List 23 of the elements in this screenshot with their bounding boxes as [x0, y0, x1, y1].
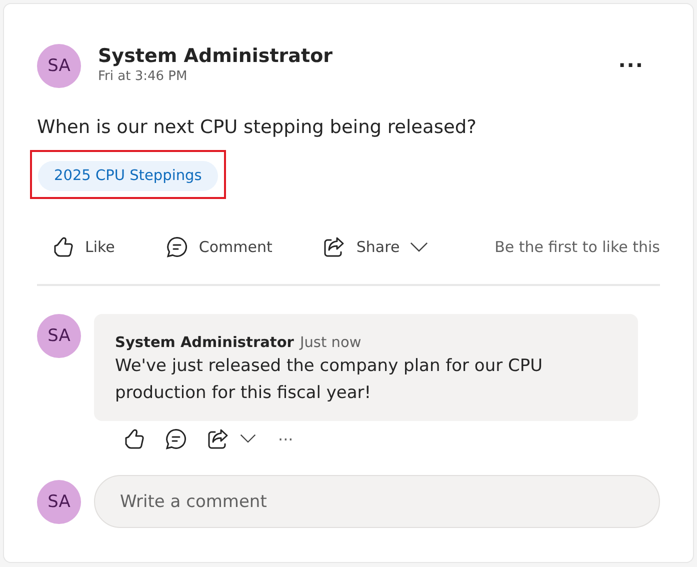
avatar: SA [37, 314, 81, 358]
share-icon [206, 427, 230, 451]
post-text: When is our next CPU stepping being released? [37, 116, 478, 140]
chevron-down-icon[interactable] [410, 242, 428, 252]
like-button[interactable]: Like [37, 235, 129, 259]
like-summary: Be the first to like this [494, 238, 660, 256]
chevron-down-icon[interactable] [240, 434, 256, 444]
comment-icon [164, 427, 188, 451]
topic-tag[interactable]: 2025 CPU Steppings [38, 161, 218, 191]
avatar: SA [37, 44, 81, 88]
comment-button[interactable]: Comment [150, 235, 286, 259]
comment-text: We've just released the company plan for our CPU production for this fiscal year! [115, 355, 544, 405]
avatar: SA [37, 480, 81, 524]
share-icon [322, 235, 346, 259]
share-button[interactable]: Share [308, 235, 442, 259]
post-time: Fri at 3:46 PM [98, 68, 188, 86]
comment-time: Just now [300, 335, 362, 351]
more-options-button[interactable]: ... [618, 44, 660, 72]
author-name: System Administrator [98, 44, 334, 68]
more-options-button[interactable]: ··· [274, 430, 294, 448]
comment-input[interactable]: Write a comment [94, 475, 660, 528]
comment-author: System Administrator [115, 335, 294, 351]
comment-icon [164, 235, 189, 259]
